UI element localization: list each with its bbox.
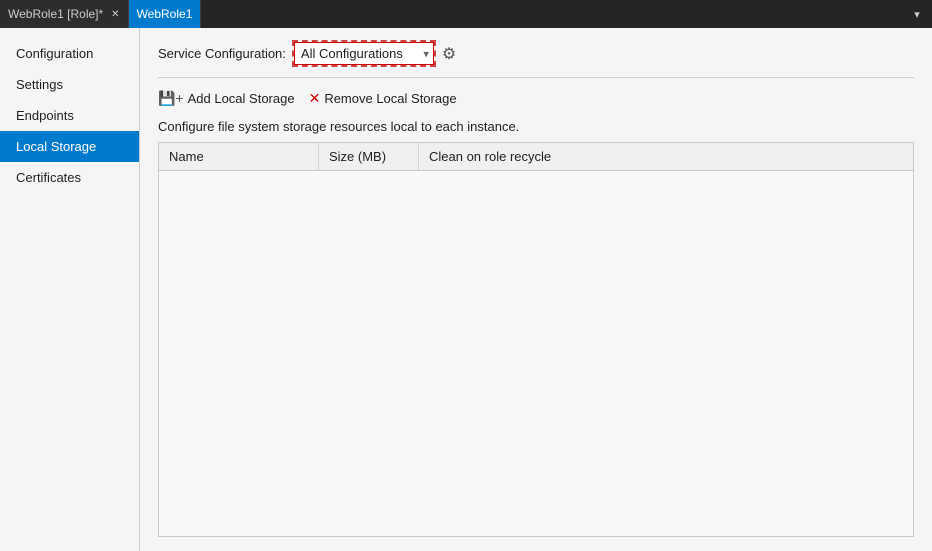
- tab-label-webrole-role: WebRole1 [Role]*: [8, 7, 103, 21]
- add-icon: 💾+: [158, 90, 184, 107]
- service-config-label: Service Configuration:: [158, 46, 286, 61]
- col-header-name: Name: [159, 143, 319, 170]
- tab-webrole1[interactable]: WebRole1: [129, 0, 202, 28]
- window-controls: ▾: [902, 0, 932, 28]
- service-config-select-wrapper: All Configurations Cloud Local: [294, 42, 434, 65]
- title-bar: WebRole1 [Role]* ✕ WebRole1 ▾: [0, 0, 932, 28]
- main-area: Configuration Settings Endpoints Local S…: [0, 28, 932, 551]
- tab-close-webrole-role[interactable]: ✕: [111, 9, 119, 20]
- col-header-size: Size (MB): [319, 143, 419, 170]
- content-panel: Service Configuration: All Configuration…: [140, 28, 932, 551]
- tab-label-webrole1: WebRole1: [137, 7, 193, 21]
- description-text: Configure file system storage resources …: [158, 119, 914, 134]
- col-header-clean: Clean on role recycle: [419, 143, 913, 170]
- sidebar-item-settings[interactable]: Settings: [0, 69, 139, 100]
- remove-local-storage-button[interactable]: ✕ Remove Local Storage: [309, 88, 457, 109]
- table-body: [159, 171, 913, 431]
- table-header: Name Size (MB) Clean on role recycle: [159, 143, 913, 171]
- service-config-row: Service Configuration: All Configuration…: [158, 42, 914, 65]
- toolbar: 💾+ Add Local Storage ✕ Remove Local Stor…: [158, 88, 914, 109]
- window-menu-btn[interactable]: ▾: [902, 0, 932, 28]
- sidebar-item-configuration[interactable]: Configuration: [0, 38, 139, 69]
- main-window: WebRole1 [Role]* ✕ WebRole1 ▾ Configurat…: [0, 0, 932, 551]
- tab-group: WebRole1 [Role]* ✕ WebRole1: [0, 0, 201, 28]
- sidebar-item-local-storage[interactable]: Local Storage: [0, 131, 139, 162]
- sidebar: Configuration Settings Endpoints Local S…: [0, 28, 140, 551]
- service-config-select[interactable]: All Configurations Cloud Local: [294, 42, 434, 65]
- add-local-storage-button[interactable]: 💾+ Add Local Storage: [158, 88, 295, 109]
- divider: [158, 77, 914, 78]
- remove-icon: ✕: [309, 90, 321, 107]
- sidebar-item-certificates[interactable]: Certificates: [0, 162, 139, 193]
- sidebar-item-endpoints[interactable]: Endpoints: [0, 100, 139, 131]
- tab-webrole-role[interactable]: WebRole1 [Role]* ✕: [0, 0, 129, 28]
- local-storage-table: Name Size (MB) Clean on role recycle: [158, 142, 914, 537]
- config-icon[interactable]: ⚙: [442, 44, 456, 64]
